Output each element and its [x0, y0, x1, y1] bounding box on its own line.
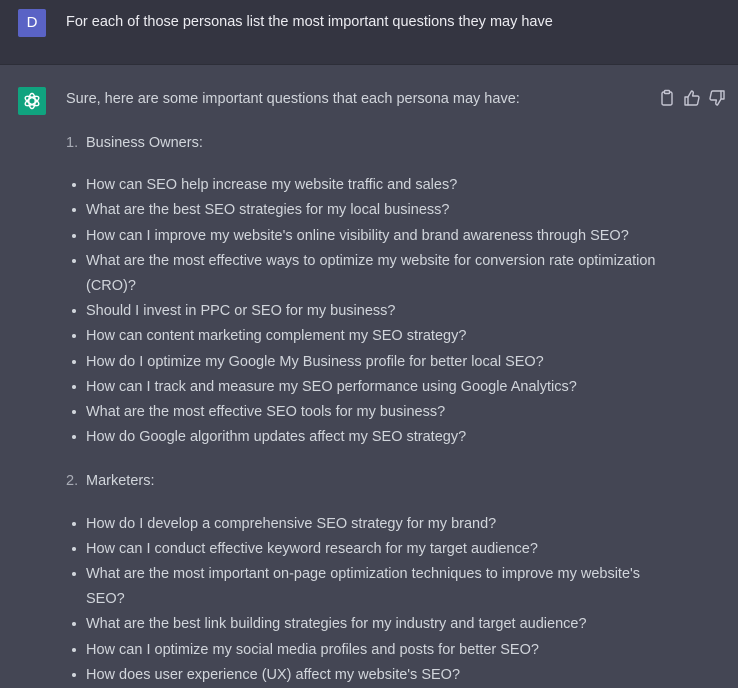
user-message-text: For each of those personas list the most…: [66, 14, 553, 30]
assistant-intro-text: Sure, here are some important questions …: [66, 91, 520, 107]
list-item: What are the most important on-page opti…: [72, 562, 661, 612]
section-title: Marketers:: [86, 473, 155, 489]
bullet-dot: [72, 435, 76, 439]
bullet-dot: [72, 234, 76, 238]
thumbs-up-icon[interactable]: [683, 89, 701, 107]
bullet-dot: [72, 183, 76, 187]
section-heading-business-owners: 1. Business Owners:: [66, 134, 203, 152]
thumbs-down-icon[interactable]: [708, 89, 726, 107]
question-text: How can SEO help increase my website tra…: [86, 177, 458, 193]
list-item: How can SEO help increase my website tra…: [72, 173, 661, 198]
list-item: How can I track and measure my SEO perfo…: [72, 375, 661, 400]
user-avatar: D: [18, 9, 46, 37]
bullet-dot: [72, 410, 76, 414]
question-text: How can I improve my website's online vi…: [86, 228, 629, 244]
bullet-dot: [72, 572, 76, 576]
section-number: 1.: [66, 135, 79, 151]
section-number: 2.: [66, 473, 79, 489]
question-text: How do I optimize my Google My Business …: [86, 354, 544, 370]
bullet-dot: [72, 208, 76, 212]
question-text: How can content marketing complement my …: [86, 328, 467, 344]
question-text: What are the most effective SEO tools fo…: [86, 404, 446, 420]
question-text: How can I track and measure my SEO perfo…: [86, 379, 577, 395]
question-text: What are the most effective ways to opti…: [86, 253, 656, 294]
assistant-message: Sure, here are some important questions …: [0, 65, 738, 684]
bullet-dot: [72, 547, 76, 551]
question-text: What are the best SEO strategies for my …: [86, 202, 450, 218]
question-text: How can I conduct effective keyword rese…: [86, 541, 538, 557]
question-text: How can I optimize my social media profi…: [86, 642, 539, 658]
message-actions: [658, 89, 730, 107]
bullet-dot: [72, 622, 76, 626]
question-text: How do I develop a comprehensive SEO str…: [86, 516, 497, 532]
clipboard-icon[interactable]: [658, 89, 676, 107]
bullet-dot: [72, 385, 76, 389]
bullet-dot: [72, 522, 76, 526]
question-text: How do Google algorithm updates affect m…: [86, 429, 467, 445]
list-item: How can I optimize my social media profi…: [72, 638, 661, 663]
bullet-dot: [72, 673, 76, 677]
list-item: How do I optimize my Google My Business …: [72, 350, 661, 375]
question-text: What are the most important on-page opti…: [86, 566, 641, 607]
question-text: How does user experience (UX) affect my …: [86, 667, 461, 683]
bullet-dot: [72, 360, 76, 364]
bullet-dot: [72, 259, 76, 263]
list-item: How does user experience (UX) affect my …: [72, 663, 661, 688]
user-message: D For each of those personas list the mo…: [0, 0, 738, 65]
list-item: Should I invest in PPC or SEO for my bus…: [72, 299, 661, 324]
section-heading-marketers: 2. Marketers:: [66, 472, 155, 490]
assistant-avatar: [18, 87, 46, 115]
list-item: What are the most effective ways to opti…: [72, 249, 661, 299]
list-item: How do Google algorithm updates affect m…: [72, 425, 661, 450]
list-item: What are the best link building strategi…: [72, 612, 661, 637]
list-item: How can content marketing complement my …: [72, 324, 661, 349]
bullet-dot: [72, 648, 76, 652]
question-text: Should I invest in PPC or SEO for my bus…: [86, 303, 396, 319]
list-item: How can I improve my website's online vi…: [72, 224, 661, 249]
bullet-dot: [72, 334, 76, 338]
section-title: Business Owners:: [86, 135, 203, 151]
question-text: What are the best link building strategi…: [86, 616, 587, 632]
list-item: How can I conduct effective keyword rese…: [72, 537, 661, 562]
list-item: What are the best SEO strategies for my …: [72, 198, 661, 223]
list-item: What are the most effective SEO tools fo…: [72, 400, 661, 425]
bullet-dot: [72, 309, 76, 313]
openai-logo-icon: [24, 92, 40, 110]
list-item: How do I develop a comprehensive SEO str…: [72, 512, 661, 537]
